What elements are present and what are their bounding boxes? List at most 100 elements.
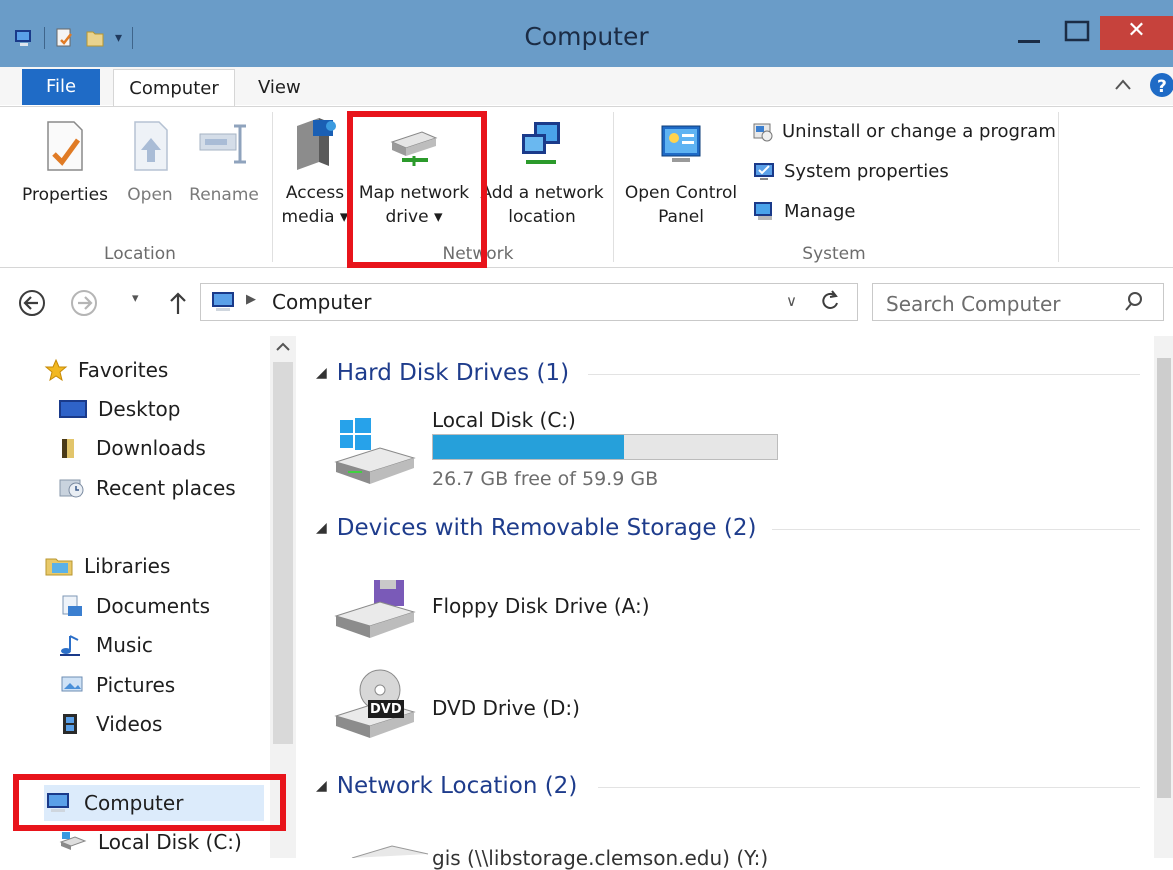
network-drive-icon bbox=[351, 845, 429, 858]
properties-icon[interactable] bbox=[55, 27, 75, 49]
nav-item-downloads[interactable]: Downloads bbox=[58, 430, 206, 466]
help-icon[interactable]: ? bbox=[1149, 72, 1173, 98]
nav-label: Local Disk (C:) bbox=[98, 830, 242, 854]
nav-item-videos[interactable]: Videos bbox=[58, 706, 162, 742]
manage-label: Manage bbox=[784, 200, 856, 222]
local-disk-icon bbox=[334, 418, 416, 484]
nav-item-pictures[interactable]: Pictures bbox=[58, 667, 175, 703]
star-icon bbox=[44, 358, 68, 382]
search-icon[interactable] bbox=[1124, 291, 1144, 313]
rename-label: Rename bbox=[189, 185, 259, 205]
forward-icon[interactable] bbox=[70, 289, 98, 317]
group-header-network[interactable]: ◢ Network Location (2) bbox=[316, 773, 577, 799]
content-scrollbar-thumb[interactable] bbox=[1157, 358, 1171, 798]
open-icon bbox=[134, 121, 168, 171]
computer-icon bbox=[212, 292, 234, 311]
nav-label: Documents bbox=[96, 594, 211, 618]
scroll-up-icon[interactable] bbox=[275, 340, 291, 354]
drive-name: gis (\\libstorage.clemson.edu) (Y:) bbox=[432, 846, 769, 870]
manage-button[interactable]: Manage bbox=[752, 200, 856, 222]
system-properties-icon bbox=[754, 163, 774, 180]
collapse-triangle-icon[interactable]: ◢ bbox=[316, 520, 327, 536]
access-media-label-line2: media ▾ bbox=[281, 207, 349, 227]
group-title: Hard Disk Drives (1) bbox=[336, 360, 570, 386]
ribbon-group-divider bbox=[613, 112, 614, 262]
close-button[interactable]: ✕ bbox=[1100, 16, 1173, 50]
uninstall-program-button[interactable]: Uninstall or change a program bbox=[752, 120, 1056, 142]
quick-access-toolbar: ▾ bbox=[14, 24, 134, 52]
nav-item-music[interactable]: Music bbox=[58, 627, 153, 663]
system-group-label: System bbox=[802, 244, 866, 264]
uninstall-label: Uninstall or change a program bbox=[782, 120, 1056, 142]
properties-button[interactable]: Properties bbox=[18, 120, 112, 207]
nav-item-favorites[interactable]: Favorites bbox=[44, 352, 168, 388]
customize-toolbar-icon[interactable]: ▾ bbox=[115, 30, 122, 46]
nav-item-recent-places[interactable]: Recent places bbox=[58, 470, 236, 506]
computer-icon[interactable] bbox=[14, 27, 34, 49]
ribbon-group-divider bbox=[1058, 112, 1059, 262]
libraries-icon bbox=[45, 558, 73, 576]
add-network-location-label-line1: Add a network bbox=[480, 183, 604, 203]
group-divider bbox=[598, 787, 1140, 788]
collapse-ribbon-icon[interactable] bbox=[1114, 78, 1132, 92]
open-button[interactable]: Open bbox=[122, 120, 178, 207]
uninstall-icon bbox=[753, 123, 773, 142]
drive-free-space: 26.7 GB free of 59.9 GB bbox=[432, 468, 659, 490]
nav-label: Favorites bbox=[78, 358, 169, 382]
access-media-label-line1: Access bbox=[285, 183, 345, 203]
group-title: Network Location (2) bbox=[336, 773, 578, 799]
nav-item-desktop[interactable]: Desktop bbox=[58, 391, 180, 427]
toolbar-divider bbox=[44, 27, 45, 49]
nav-label: Videos bbox=[96, 712, 163, 736]
svg-text:?: ? bbox=[1157, 77, 1167, 97]
new-folder-icon[interactable] bbox=[85, 27, 105, 49]
rename-icon bbox=[199, 124, 246, 164]
close-icon: ✕ bbox=[1127, 18, 1146, 43]
nav-scrollbar-thumb[interactable] bbox=[273, 362, 293, 744]
collapse-triangle-icon[interactable]: ◢ bbox=[316, 778, 327, 794]
nav-label: Pictures bbox=[96, 673, 176, 697]
open-control-panel-label-line1: Open Control bbox=[624, 183, 738, 203]
pictures-icon bbox=[61, 676, 83, 692]
highlight-computer bbox=[13, 774, 286, 831]
open-control-panel-button[interactable]: Open Control Panel bbox=[618, 122, 744, 229]
manage-icon bbox=[754, 202, 772, 220]
nav-label: Downloads bbox=[96, 436, 206, 460]
tab-view[interactable]: View bbox=[258, 69, 301, 107]
documents-icon bbox=[62, 595, 82, 616]
nav-label: Recent places bbox=[96, 476, 236, 500]
tab-file[interactable]: File bbox=[22, 69, 100, 105]
breadcrumb-chevron-icon[interactable]: ▶ bbox=[246, 292, 256, 307]
nav-label: Desktop bbox=[98, 397, 181, 421]
network-location-icon bbox=[522, 122, 560, 164]
nav-item-documents[interactable]: Documents bbox=[58, 588, 210, 624]
dvd-badge: DVD bbox=[370, 702, 402, 717]
maximize-icon[interactable] bbox=[1057, 16, 1097, 46]
up-arrow-icon[interactable] bbox=[168, 290, 188, 316]
local-disk-icon bbox=[59, 832, 87, 850]
recent-locations-icon[interactable]: ▾ bbox=[132, 291, 139, 306]
breadcrumb[interactable]: Computer bbox=[272, 290, 371, 314]
nav-label: Music bbox=[96, 633, 153, 657]
address-history-icon[interactable]: ∨ bbox=[786, 292, 797, 310]
add-network-location-button[interactable]: Add a network location bbox=[480, 118, 604, 229]
back-icon[interactable] bbox=[18, 289, 46, 317]
minimize-icon[interactable] bbox=[1010, 20, 1050, 50]
group-divider bbox=[772, 529, 1140, 530]
group-header-hard-disks[interactable]: ◢ Hard Disk Drives (1) bbox=[316, 360, 569, 386]
refresh-icon[interactable] bbox=[818, 289, 842, 315]
collapse-triangle-icon[interactable]: ◢ bbox=[316, 365, 327, 381]
rename-button[interactable]: Rename bbox=[186, 120, 262, 207]
access-media-icon bbox=[297, 118, 336, 170]
nav-label: Libraries bbox=[84, 554, 171, 578]
recent-places-icon bbox=[59, 479, 84, 498]
tab-computer[interactable]: Computer bbox=[113, 69, 235, 107]
toolbar-divider bbox=[132, 27, 134, 49]
nav-item-libraries[interactable]: Libraries bbox=[44, 548, 170, 584]
system-properties-label: System properties bbox=[784, 160, 949, 182]
group-header-removable[interactable]: ◢ Devices with Removable Storage (2) bbox=[316, 515, 756, 541]
add-network-location-label-line2: location bbox=[508, 207, 576, 227]
window-title: Computer bbox=[524, 22, 649, 51]
access-media-button[interactable]: Access media ▾ bbox=[280, 116, 350, 229]
system-properties-button[interactable]: System properties bbox=[752, 160, 949, 182]
